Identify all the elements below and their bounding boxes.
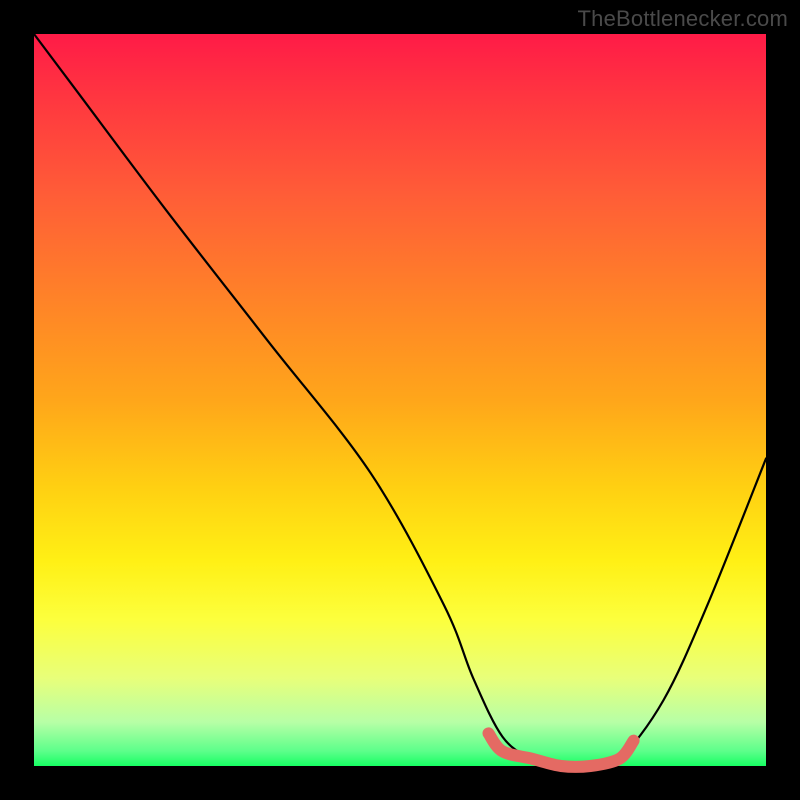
- gradient-plot-area: [34, 34, 766, 766]
- bottleneck-curve: [34, 34, 766, 767]
- chart-frame: TheBottlenecker.com: [0, 0, 800, 800]
- attribution-text: TheBottlenecker.com: [578, 6, 788, 32]
- optimal-range-highlight: [488, 733, 633, 767]
- curve-svg: [34, 34, 766, 766]
